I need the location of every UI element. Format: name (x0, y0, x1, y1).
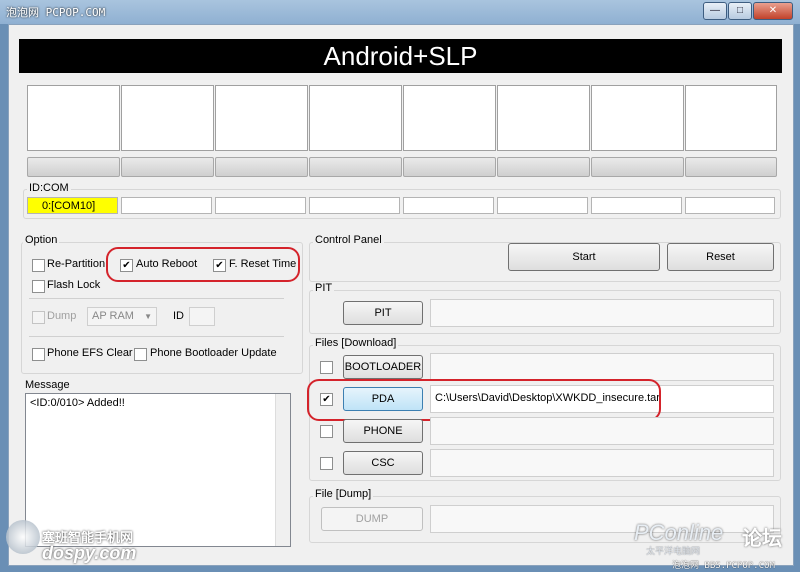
progress-slot (591, 85, 684, 151)
com-port-slot (685, 197, 775, 214)
minimize-button[interactable]: — (703, 2, 727, 20)
csc-checkbox[interactable] (320, 457, 333, 470)
com-port-slot (591, 197, 682, 214)
flash-lock-label: Flash Lock (47, 279, 101, 291)
watermark-dospy-en: dospy.com (42, 543, 137, 563)
watermark-pconline-sub: 太平洋电脑网 (646, 546, 701, 556)
phone-checkbox[interactable] (320, 425, 333, 438)
bootloader-button[interactable]: BOOTLOADER (343, 355, 423, 379)
id-com-label: ID:COM (27, 182, 71, 194)
id-input[interactable] (189, 307, 215, 326)
flash-lock-checkbox[interactable] (32, 280, 45, 293)
close-button[interactable]: ✕ (753, 2, 793, 20)
message-log[interactable]: <ID:0/010> Added!! (25, 393, 291, 547)
progress-slot (215, 85, 308, 151)
bootloader-path (430, 353, 774, 381)
bootloader-checkbox[interactable] (320, 361, 333, 374)
dump-button[interactable]: DUMP (321, 507, 423, 531)
progress-slot (121, 85, 214, 151)
ap-ram-select[interactable]: AP RAM ▼ (87, 307, 157, 326)
dump-label: Dump (47, 310, 77, 322)
com-port-slot (215, 197, 306, 214)
watermark-top: 泡泡网 PCPOP.COM (6, 6, 106, 19)
progress-bar (309, 157, 402, 177)
scrollbar[interactable] (275, 394, 290, 546)
file-dump-label: File [Dump] (313, 488, 374, 500)
progress-bar (685, 157, 777, 177)
pit-path (430, 299, 774, 327)
message-text: <ID:0/010> Added!! (30, 397, 125, 409)
option-label: Option (23, 234, 60, 246)
dospy-logo-icon (6, 520, 40, 554)
banner-title: Android+SLP (19, 39, 782, 73)
control-panel-label: Control Panel (313, 234, 384, 246)
message-label: Message (23, 379, 72, 391)
maximize-button[interactable]: □ (728, 2, 752, 20)
com-port-slot (121, 197, 212, 214)
progress-bar (121, 157, 214, 177)
progress-bar (27, 157, 120, 177)
progress-slot (309, 85, 402, 151)
csc-path (430, 449, 774, 477)
pit-button[interactable]: PIT (343, 301, 423, 325)
progress-slot (27, 85, 120, 151)
com-port-slot (403, 197, 494, 214)
phone-efs-clear-checkbox[interactable] (32, 348, 45, 361)
progress-bar (591, 157, 684, 177)
files-download-label: Files [Download] (313, 337, 399, 349)
chevron-down-icon: ▼ (144, 312, 152, 321)
watermark-forum-cn: 论坛 (742, 528, 782, 550)
dump-checkbox[interactable] (32, 311, 45, 324)
watermark-pconline-logo: PConline (634, 520, 724, 545)
watermark-pcpop-bbs: 泡泡网 BBS.PCPOP.COM (672, 561, 775, 571)
divider (29, 298, 284, 299)
ap-ram-value: AP RAM (92, 310, 134, 322)
progress-bar (215, 157, 308, 177)
csc-button[interactable]: CSC (343, 451, 423, 475)
com-port-slot: 0:[COM10] (27, 197, 118, 214)
phone-bootloader-update-label: Phone Bootloader Update (150, 347, 277, 359)
reset-button[interactable]: Reset (667, 243, 774, 271)
re-partition-checkbox[interactable] (32, 259, 45, 272)
annotation-circle (307, 379, 661, 421)
phone-path (430, 417, 774, 445)
annotation-circle (106, 247, 300, 282)
phone-bootloader-update-checkbox[interactable] (134, 348, 147, 361)
progress-bar (497, 157, 590, 177)
divider (29, 336, 284, 337)
com-port-slot (309, 197, 400, 214)
id-label: ID (173, 310, 184, 322)
com-port-slot (497, 197, 588, 214)
phone-efs-clear-label: Phone EFS Clear (47, 347, 133, 359)
progress-slot (497, 85, 590, 151)
start-button[interactable]: Start (508, 243, 660, 271)
progress-slot (685, 85, 777, 151)
odin-window: Android+SLP ID:COM 0:[COM10] Option Re-P… (8, 24, 794, 566)
pit-label: PIT (313, 282, 335, 294)
phone-button[interactable]: PHONE (343, 419, 423, 443)
re-partition-label: Re-Partition (47, 258, 106, 270)
progress-bar (403, 157, 496, 177)
progress-slot (403, 85, 496, 151)
title-bar: 泡泡网 PCPOP.COM — □ ✕ (0, 0, 800, 24)
